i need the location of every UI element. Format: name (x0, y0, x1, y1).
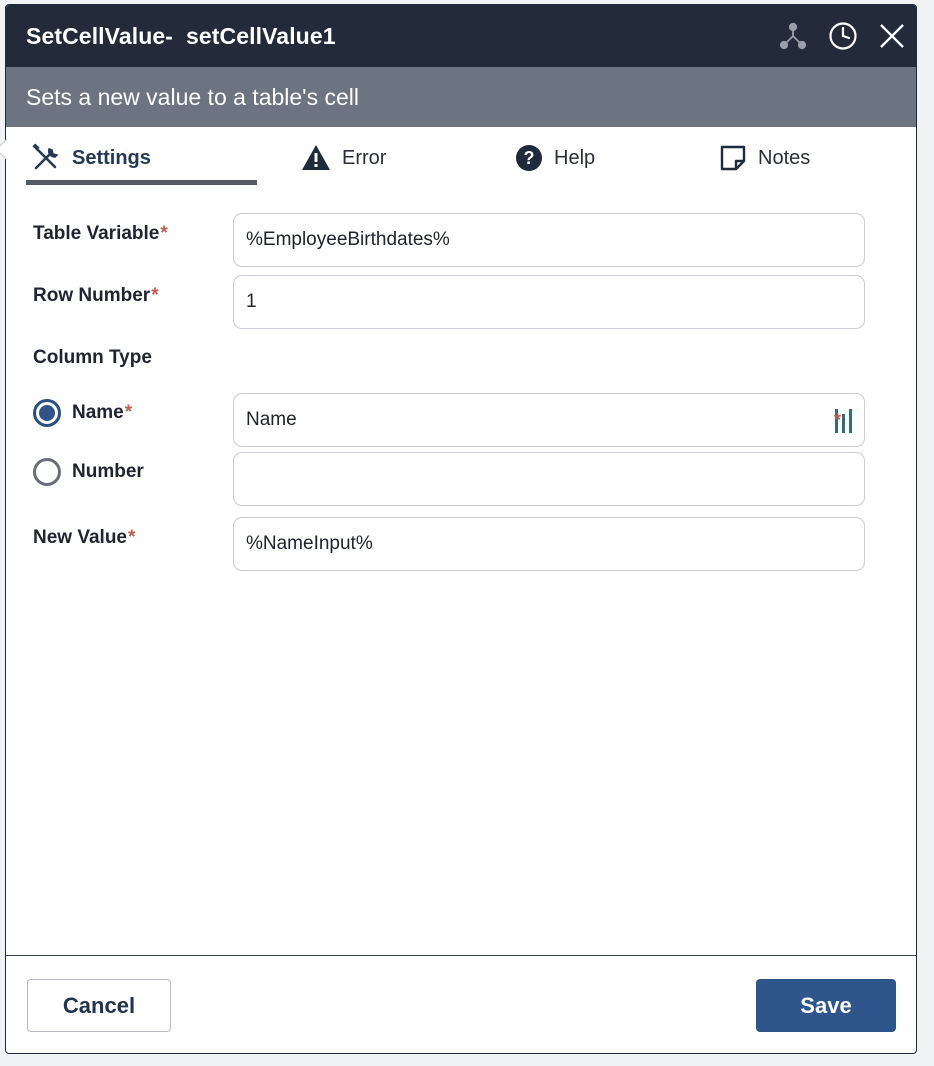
clock-icon[interactable] (826, 19, 860, 53)
table-variable-input[interactable] (233, 213, 865, 267)
question-circle-icon: ? (516, 145, 542, 171)
required-mark: * (160, 223, 168, 244)
name-radio-label: Name* (72, 402, 132, 424)
active-tab-indicator (26, 180, 257, 185)
tab-error-label: Error (342, 146, 387, 169)
name-radio-label-text: Name (72, 402, 124, 423)
dialog-title: SetCellValue- setCellValue1 (26, 23, 336, 49)
column-number-input[interactable] (233, 452, 865, 506)
table-variable-label: Table Variable* (33, 223, 168, 245)
tools-icon (32, 143, 59, 170)
tab-notes-label: Notes (758, 146, 811, 169)
hierarchy-icon[interactable] (776, 19, 810, 53)
row-number-label-text: Row Number (33, 285, 151, 306)
column-type-number-radio[interactable]: Number (33, 458, 144, 486)
new-value-label-text: New Value (33, 527, 127, 548)
footer-divider (6, 955, 916, 956)
required-mark: * (124, 402, 133, 423)
close-icon[interactable] (875, 19, 909, 53)
dialog: SetCellValue- setCellValue1 Sets a new v… (0, 4, 917, 1054)
column-name-input[interactable] (233, 393, 865, 447)
column-type-label: Column Type (33, 347, 152, 368)
tab-notes[interactable]: Notes (718, 139, 810, 177)
tab-error[interactable]: Error (300, 139, 386, 177)
new-value-input[interactable] (233, 517, 865, 571)
row-number-input[interactable] (233, 275, 865, 329)
cancel-button[interactable]: Cancel (27, 979, 171, 1032)
tab-settings-label: Settings (72, 146, 151, 169)
tab-help-label: Help (554, 146, 596, 169)
table-variable-label-text: Table Variable (33, 223, 160, 244)
required-mark: * (128, 527, 136, 548)
note-icon (720, 145, 746, 171)
tab-settings[interactable]: Settings (30, 139, 151, 177)
new-value-label: New Value* (33, 527, 135, 549)
svg-text:?: ? (524, 148, 535, 168)
subtitle-bar: Sets a new value to a table's cell (6, 67, 916, 127)
radio-checked[interactable] (33, 399, 61, 427)
dialog-subtitle: Sets a new value to a table's cell (26, 84, 359, 110)
number-radio-label: Number (72, 461, 144, 482)
column-type-name-radio[interactable]: Name* (33, 399, 132, 427)
svg-text:*: * (834, 410, 841, 430)
required-mark: * (151, 285, 159, 306)
tab-help[interactable]: ? Help (514, 139, 595, 177)
radio-unchecked[interactable] (33, 458, 61, 486)
save-button[interactable]: Save (756, 979, 896, 1032)
title-bar: SetCellValue- setCellValue1 (6, 5, 916, 67)
warning-icon (302, 145, 330, 170)
variable-picker-icon[interactable]: * (829, 406, 859, 436)
row-number-label: Row Number* (33, 285, 159, 307)
